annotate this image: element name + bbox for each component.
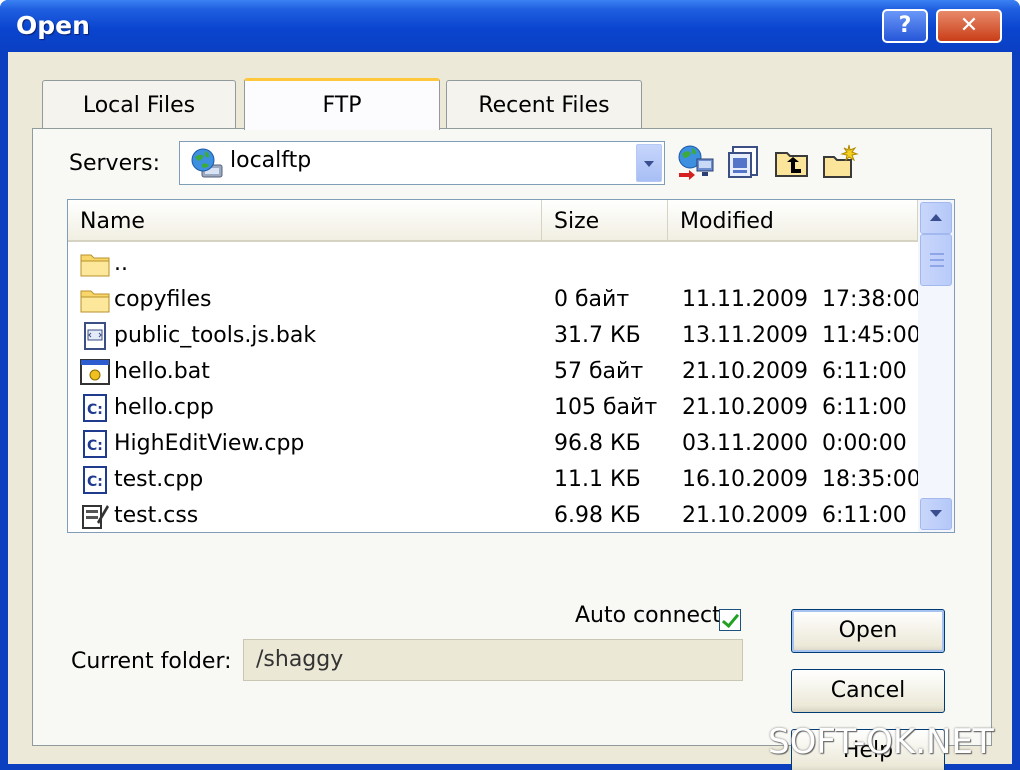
servers-dropdown[interactable]: localftp <box>179 141 665 185</box>
parent-folder-icon[interactable] <box>773 143 811 181</box>
scroll-down-button[interactable] <box>920 498 952 530</box>
list-item[interactable]: hello.bat 57 байт 21.10.2009 6:11:00 <box>68 354 918 390</box>
list-item[interactable]: C: hello.cpp 105 байт 21.10.2009 6:11:00 <box>68 390 918 426</box>
script-file-icon <box>80 322 110 350</box>
servers-selected: localftp <box>230 148 312 173</box>
cpp-file-icon: C: <box>80 466 110 494</box>
svg-text:C:: C: <box>87 402 103 418</box>
chevron-down-icon[interactable] <box>636 144 662 182</box>
auto-connect-label: Auto connect <box>575 603 721 628</box>
scroll-thumb[interactable] <box>920 234 952 286</box>
svg-text:C:: C: <box>87 438 103 454</box>
current-folder-field: /shaggy <box>243 639 743 681</box>
watermark-logo: SOFT-OK.NET <box>768 722 994 762</box>
cpp-file-icon: C: <box>80 394 110 422</box>
dialog-client: Local Files FTP Recent Files Servers: lo… <box>8 52 1012 770</box>
cpp-file-icon: C: <box>80 430 110 458</box>
list-item[interactable]: test.css 6.98 КБ 21.10.2009 6:11:00 <box>68 498 918 532</box>
tab-ftp[interactable]: FTP <box>244 78 440 130</box>
scroll-up-button[interactable] <box>920 202 952 234</box>
help-title-button[interactable]: ? <box>882 9 928 43</box>
svg-text:C:: C: <box>87 474 103 490</box>
list-item[interactable]: public_tools.js.bak 31.7 КБ 13.11.2009 1… <box>68 318 921 354</box>
server-globe-icon <box>190 147 224 183</box>
file-list[interactable]: Name Size Modified .. copyfiles 0 байт 1… <box>67 199 955 533</box>
list-item[interactable]: .. <box>68 246 918 282</box>
open-dialog: Open ? ✕ Local Files FTP Recent Files Se… <box>0 0 1020 770</box>
column-header-name[interactable]: Name <box>68 200 542 242</box>
close-button[interactable]: ✕ <box>936 9 1002 43</box>
current-folder-label: Current folder: <box>71 649 232 674</box>
folder-icon <box>80 286 110 314</box>
folder-icon <box>80 250 110 278</box>
properties-icon[interactable] <box>725 143 763 181</box>
auto-connect-checkbox[interactable] <box>719 609 741 631</box>
window-title: Open <box>16 11 90 40</box>
list-item[interactable]: copyfiles 0 байт 11.11.2009 17:38:00 <box>68 282 921 318</box>
batch-file-icon <box>80 358 110 386</box>
list-item[interactable]: C: test.cpp 11.1 КБ 16.10.2009 18:35:00 <box>68 462 921 498</box>
ftp-panel: Servers: localftp Name Size Modified .. … <box>32 128 992 770</box>
tab-local-files[interactable]: Local Files <box>42 80 236 128</box>
column-header-size[interactable]: Size <box>542 200 668 242</box>
servers-label: Servers: <box>69 151 161 176</box>
open-button[interactable]: Open <box>791 609 945 653</box>
css-file-icon <box>80 502 110 530</box>
cancel-button[interactable]: Cancel <box>791 669 945 713</box>
title-bar[interactable]: Open ? ✕ <box>0 0 1020 52</box>
column-header-modified[interactable]: Modified <box>668 200 918 242</box>
connect-icon[interactable] <box>677 143 715 181</box>
tab-recent-files[interactable]: Recent Files <box>446 80 642 128</box>
vertical-scrollbar[interactable] <box>918 200 954 532</box>
list-item[interactable]: C: HighEditView.cpp 96.8 КБ 03.11.2000 0… <box>68 426 918 462</box>
new-folder-icon[interactable] <box>821 143 859 181</box>
